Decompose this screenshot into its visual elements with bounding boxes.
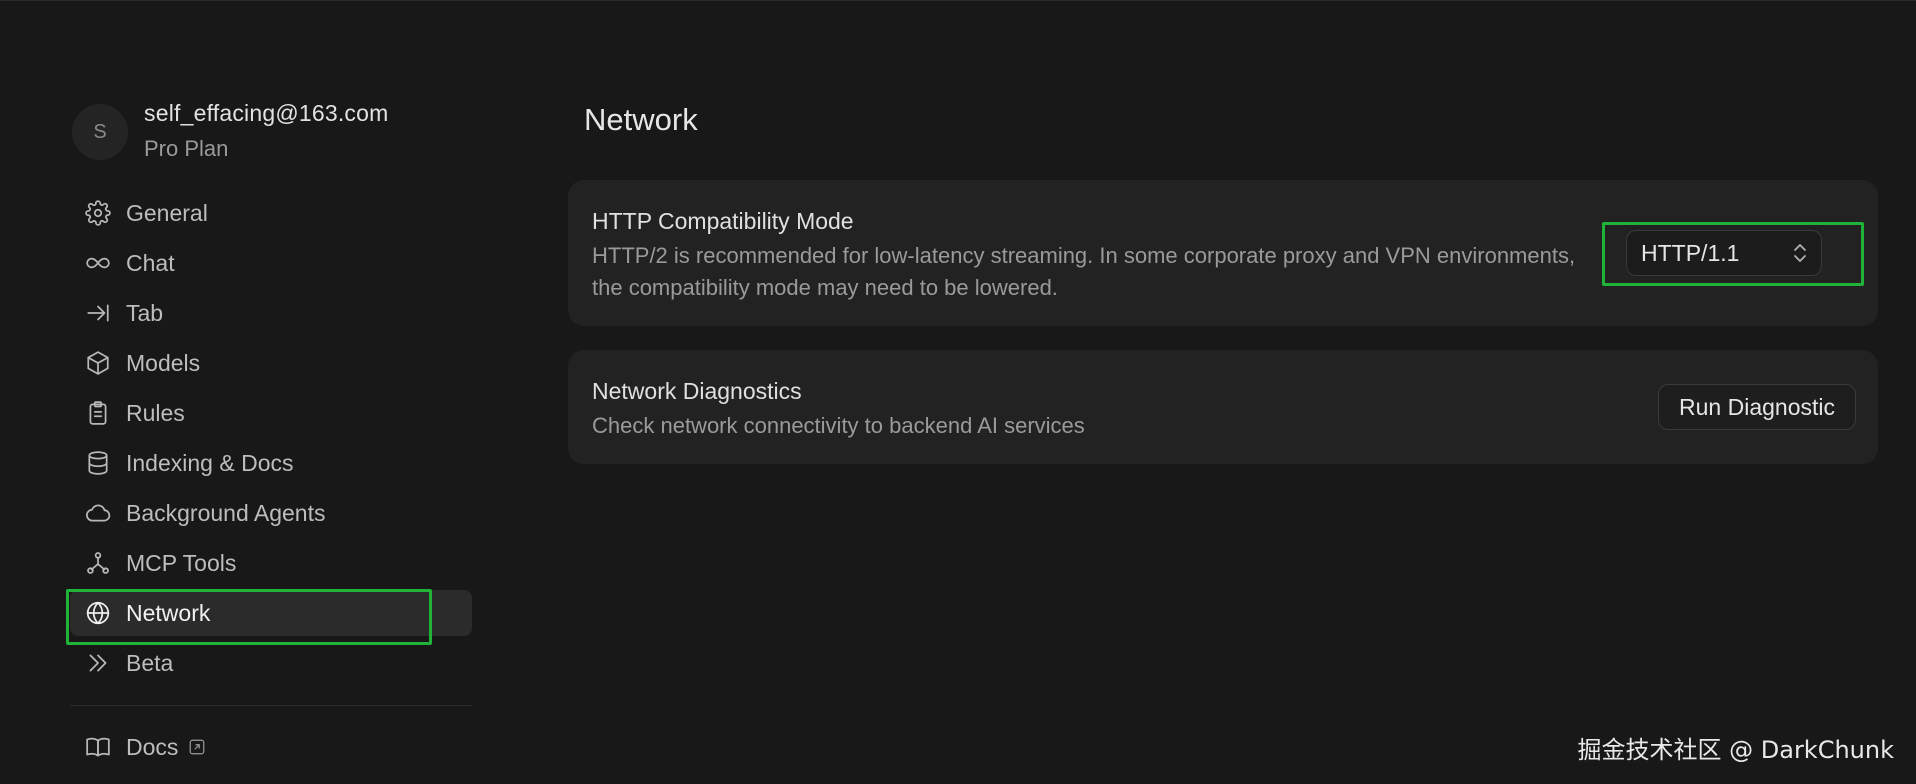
http-mode-description: HTTP/2 is recommended for low-latency st… xyxy=(592,243,1576,300)
sidebar-item-label: Beta xyxy=(126,649,174,676)
diagnostics-description: Check network connectivity to backend AI… xyxy=(592,413,1085,438)
sidebar-item-label: Models xyxy=(126,349,201,376)
sidebar-item-label: Network xyxy=(126,599,211,626)
user-profile: S self_effacing@163.com Pro Plan xyxy=(72,100,472,166)
cube-icon xyxy=(84,349,112,377)
sidebar-item-label: Rules xyxy=(126,399,185,426)
http-mode-title: HTTP Compatibility Mode xyxy=(592,208,854,234)
double-chevron-right-icon xyxy=(84,649,112,677)
sidebar-divider xyxy=(70,705,472,706)
page-title: Network xyxy=(584,102,698,137)
sidebar-item-label: Tab xyxy=(126,299,164,326)
arrow-to-line-icon xyxy=(84,299,112,327)
diagnostics-title: Network Diagnostics xyxy=(592,378,802,404)
http-compatibility-card: HTTP Compatibility Mode HTTP/2 is recomm… xyxy=(568,180,1878,326)
sidebar-item-tab[interactable]: Tab xyxy=(70,290,472,336)
gear-icon xyxy=(84,199,112,227)
docs-label: Docs xyxy=(126,733,179,760)
book-icon xyxy=(84,733,112,761)
profile-email: self_effacing@163.com xyxy=(144,100,389,126)
avatar[interactable]: S xyxy=(72,104,128,160)
http-mode-selected-value: HTTP/1.1 xyxy=(1641,239,1740,266)
clipboard-icon xyxy=(84,399,112,427)
sidebar-item-background-agents[interactable]: Background Agents xyxy=(70,490,472,536)
external-link-icon xyxy=(188,738,206,756)
watermark: 掘金技术社区 @ DarkChunk xyxy=(1577,736,1895,764)
docs-link[interactable]: Docs xyxy=(70,724,370,770)
infinity-icon xyxy=(84,249,112,277)
sidebar-item-chat[interactable]: Chat xyxy=(70,240,472,286)
sidebar-item-label: Indexing & Docs xyxy=(126,449,294,476)
highlight-box xyxy=(66,589,432,645)
cloud-icon xyxy=(84,499,112,527)
chevron-up-down-icon xyxy=(1789,239,1811,267)
profile-plan: Pro Plan xyxy=(144,136,229,161)
sidebar-item-label: MCP Tools xyxy=(126,549,237,576)
sidebar-item-beta[interactable]: Beta xyxy=(70,640,472,686)
run-diagnostic-button[interactable]: Run Diagnostic xyxy=(1658,384,1856,430)
globe-icon xyxy=(84,599,112,627)
sidebar-item-label: Background Agents xyxy=(126,499,326,526)
sidebar-item-mcp-tools[interactable]: MCP Tools xyxy=(70,540,472,586)
http-mode-select[interactable]: HTTP/1.1 xyxy=(1626,230,1822,276)
database-icon xyxy=(84,449,112,477)
nodes-icon xyxy=(84,549,112,577)
sidebar-item-indexing-docs[interactable]: Indexing & Docs xyxy=(70,440,472,486)
settings-sidebar: S self_effacing@163.com Pro Plan General… xyxy=(66,0,472,784)
sidebar-item-general[interactable]: General xyxy=(70,190,472,236)
sidebar-item-rules[interactable]: Rules xyxy=(70,390,472,436)
sidebar-item-models[interactable]: Models xyxy=(70,340,472,386)
settings-nav: General Chat Tab Models Rules Indexing &… xyxy=(66,190,472,690)
sidebar-item-network[interactable]: Network xyxy=(66,589,472,645)
sidebar-item-label: Chat xyxy=(126,249,175,276)
network-diagnostics-card: Network Diagnostics Check network connec… xyxy=(568,350,1878,464)
sidebar-item-label: General xyxy=(126,199,208,226)
